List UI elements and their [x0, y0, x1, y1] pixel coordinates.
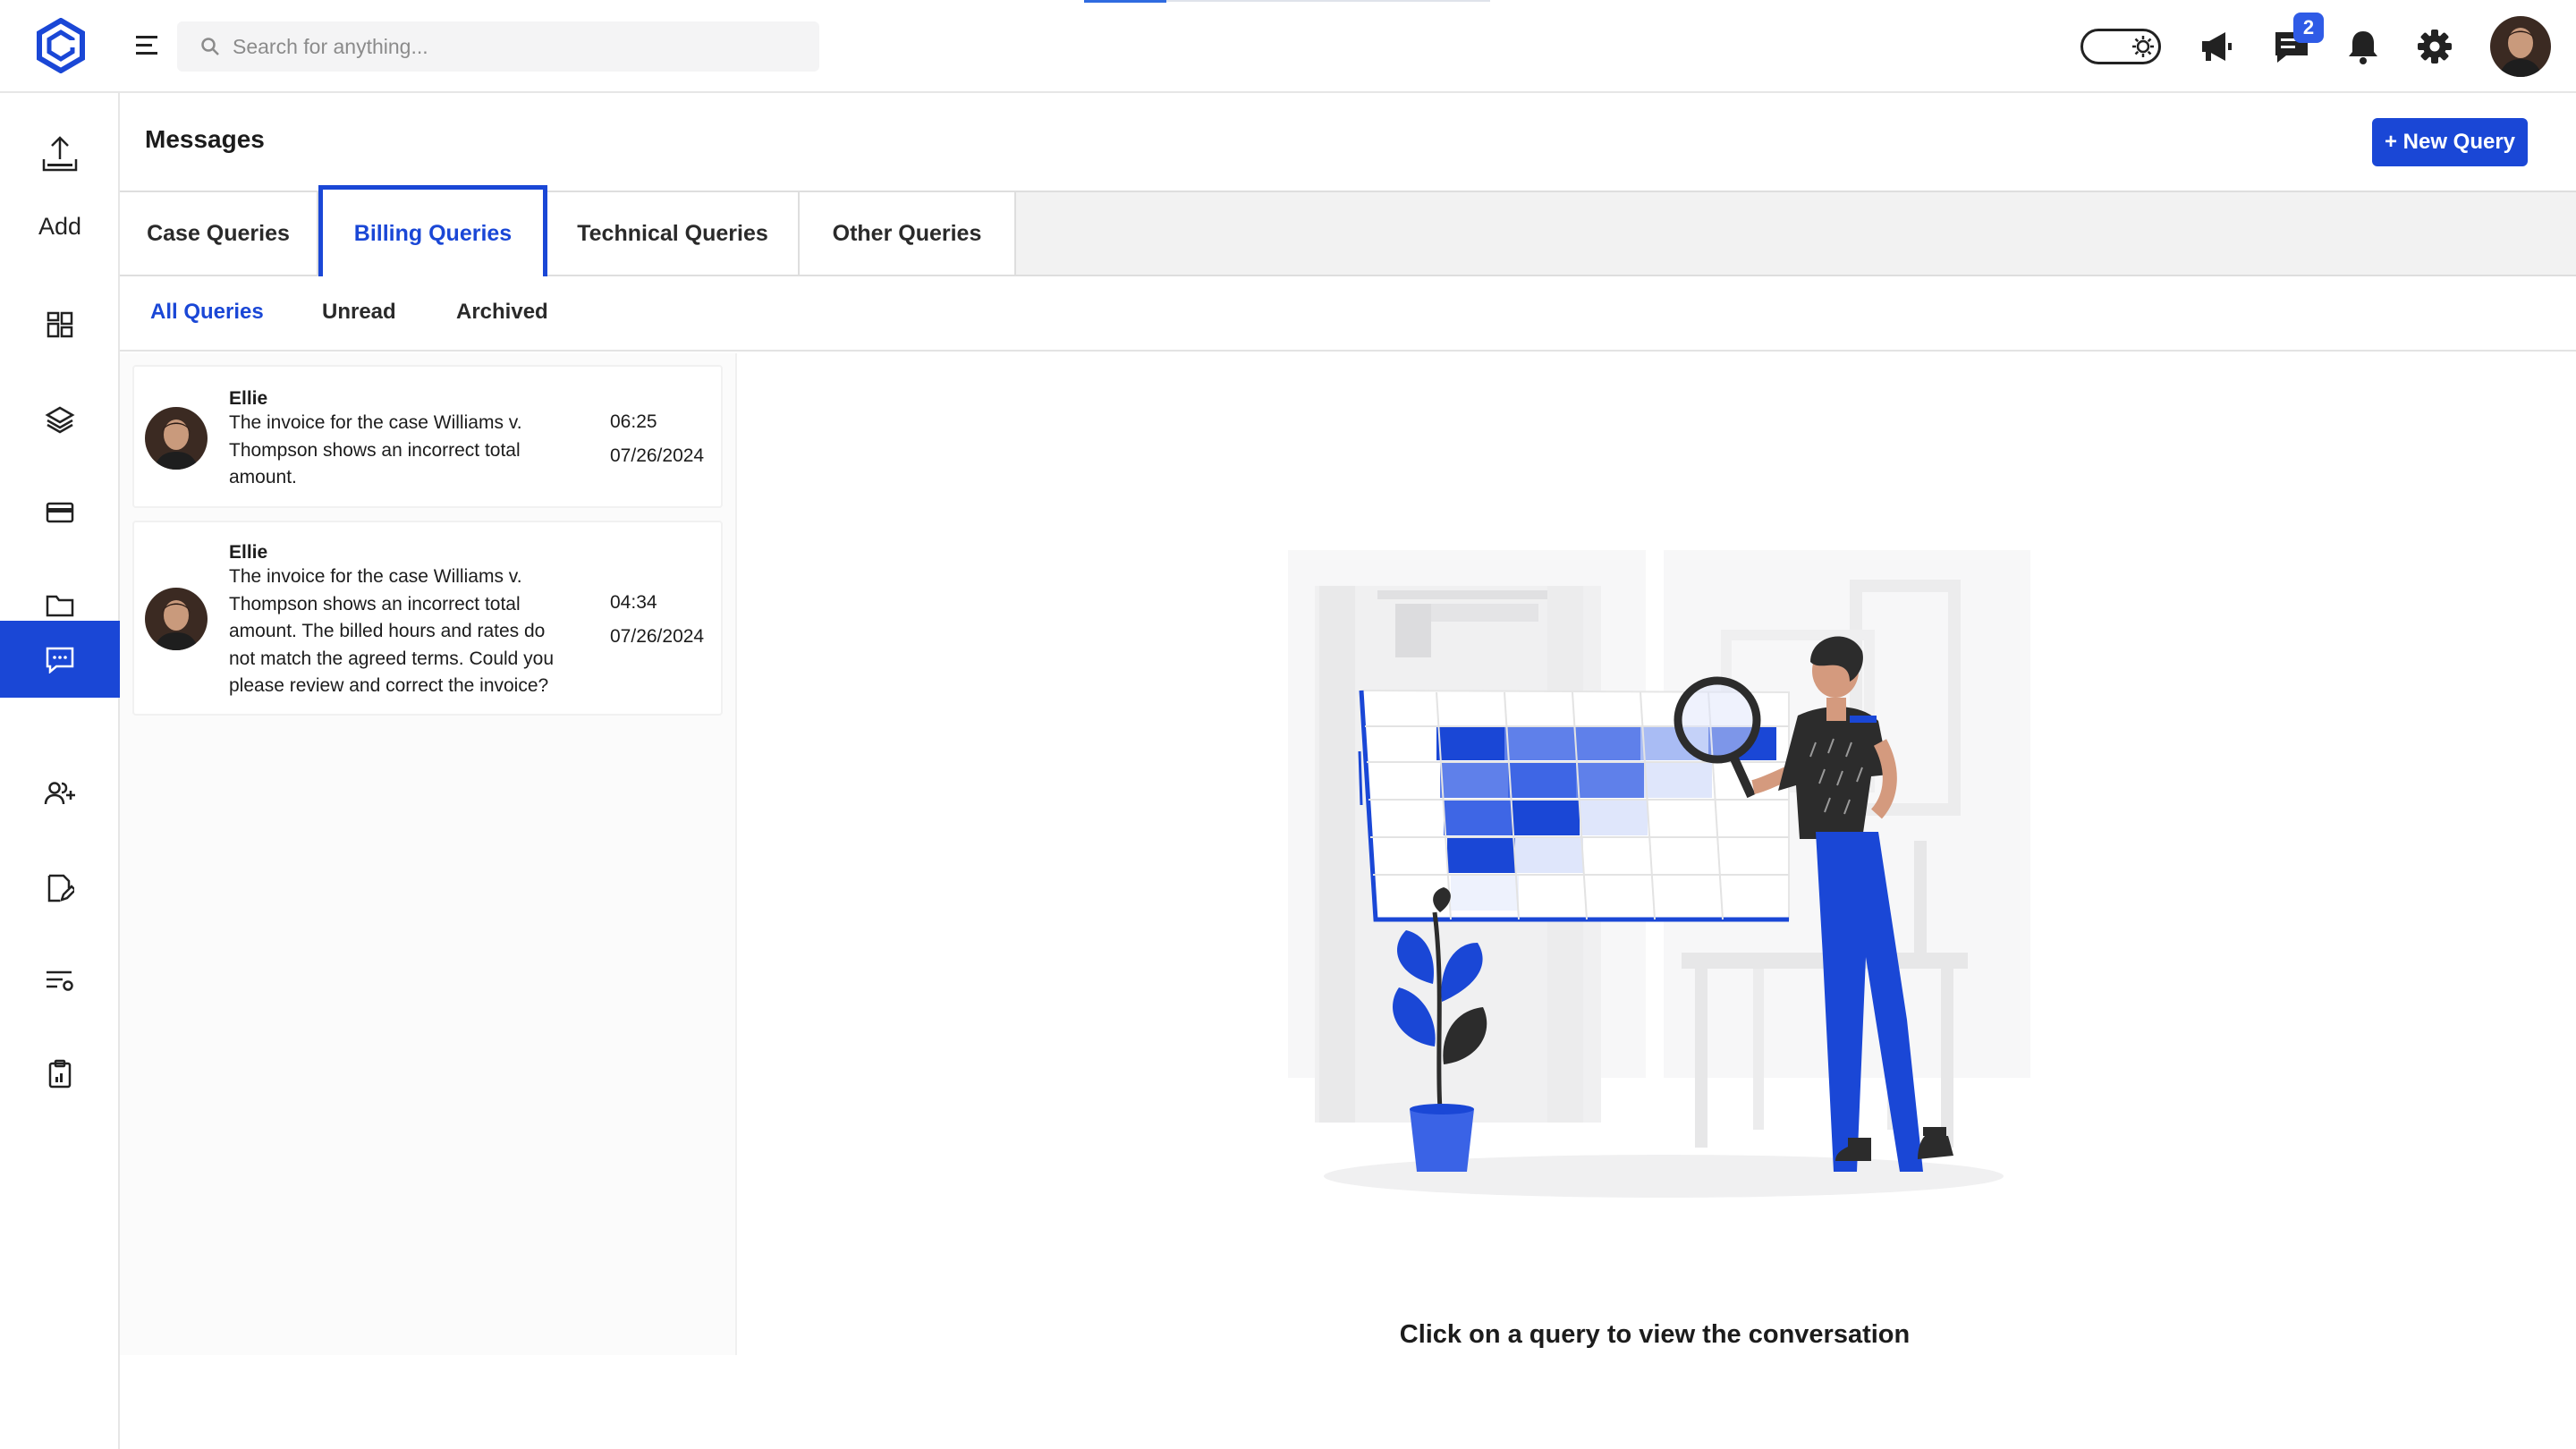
theme-toggle[interactable] [2080, 29, 2161, 64]
sidebar-item-messages[interactable] [0, 621, 120, 698]
clipboard-icon [48, 1059, 72, 1089]
message-date: 07/26/2024 [610, 626, 705, 647]
sidebar-item-settings-list[interactable] [0, 943, 120, 1020]
list-item[interactable]: Ellie The invoice for the case Williams … [132, 365, 723, 508]
chat-unread-badge: 2 [2293, 13, 2324, 43]
message-preview: The invoice for the case Williams v. Tho… [229, 412, 522, 487]
chat-icon [46, 647, 74, 674]
sun-icon [2132, 36, 2154, 57]
sidebar-item-billing[interactable] [0, 474, 120, 551]
tab-technical-queries[interactable]: Technical Queries [547, 192, 800, 275]
sidebar: Add [0, 93, 120, 1449]
empty-state-message: Click on a query to view the conversatio… [1399, 1320, 1911, 1349]
subtab-all-queries[interactable]: All Queries [150, 300, 264, 325]
subtab-unread[interactable]: Unread [322, 300, 396, 325]
user-avatar[interactable] [2490, 16, 2551, 77]
query-category-tabs: Case Queries Billing Queries Technical Q… [120, 185, 2576, 282]
filter-settings-icon [47, 970, 73, 991]
users-add-icon [44, 782, 75, 805]
tab-billing-queries[interactable]: Billing Queries [318, 185, 547, 282]
sidebar-item-layers[interactable] [0, 381, 120, 458]
sidebar-item-dashboard[interactable] [0, 286, 120, 363]
message-date: 07/26/2024 [610, 445, 705, 466]
subtab-archived[interactable]: Archived [456, 300, 548, 325]
sidebar-item-reports[interactable] [0, 1036, 120, 1113]
avatar [145, 407, 208, 470]
avatar [145, 588, 208, 650]
upload-icon [42, 136, 78, 172]
page-loading-bar [1084, 0, 1166, 3]
notification-bell-icon[interactable] [2343, 27, 2383, 66]
layers-icon [45, 406, 75, 434]
hamburger-menu-icon[interactable] [134, 32, 161, 59]
sidebar-item-users[interactable] [0, 755, 120, 832]
page-title: Messages [145, 125, 265, 153]
search-input[interactable] [233, 34, 805, 59]
sender-name: Ellie [229, 388, 268, 409]
sidebar-add-label: Add [38, 213, 82, 240]
tab-other-queries[interactable]: Other Queries [800, 192, 1016, 275]
new-query-button[interactable]: + New Query [2372, 118, 2528, 166]
edit-document-icon [47, 874, 74, 902]
global-search[interactable] [177, 21, 819, 72]
message-time: 04:34 [610, 592, 657, 613]
message-preview: The invoice for the case Williams v. Tho… [229, 566, 555, 696]
app-logo-icon[interactable] [36, 18, 86, 73]
settings-gear-icon[interactable] [2415, 27, 2454, 66]
sidebar-item-documents[interactable] [0, 850, 120, 927]
megaphone-icon[interactable] [2197, 27, 2236, 66]
credit-card-icon [46, 502, 74, 523]
top-bar: 2 [0, 0, 2576, 93]
message-time: 06:25 [610, 411, 657, 432]
query-filter-tabs: All Queries Unread Archived [120, 276, 2576, 352]
sender-name: Ellie [229, 542, 268, 563]
dashboard-icon [47, 311, 73, 338]
folder-icon [46, 595, 74, 617]
sidebar-add-button[interactable]: Add [0, 129, 120, 240]
list-item[interactable]: Ellie The invoice for the case Williams … [132, 521, 723, 716]
empty-state-illustration [1288, 550, 2030, 1198]
search-icon [201, 38, 219, 55]
tab-case-queries[interactable]: Case Queries [120, 192, 318, 275]
page-loading-track [1166, 0, 1490, 2]
